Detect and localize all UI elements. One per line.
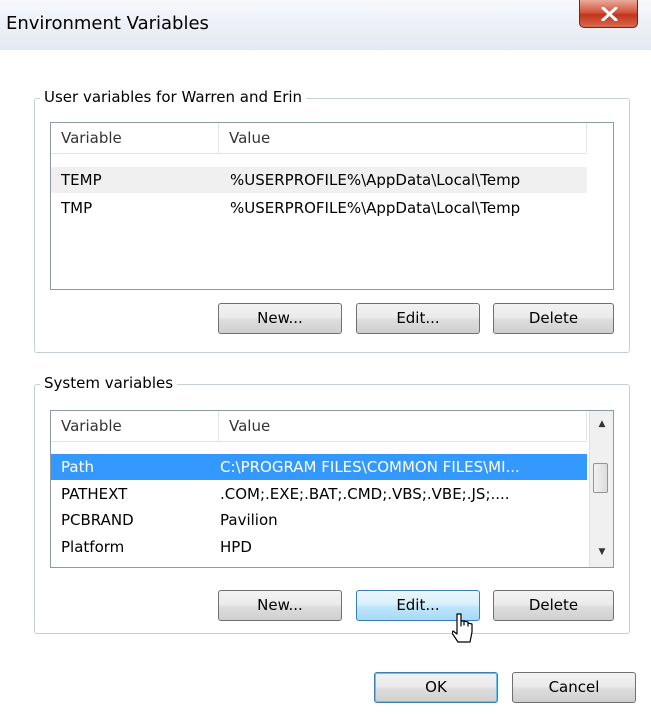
environment-variables-dialog: Environment Variables User variables for…: [0, 0, 651, 725]
system-new-button[interactable]: New...: [218, 590, 342, 621]
list-row-path[interactable]: Path C:\PROGRAM FILES\COMMON FILES\MI...: [51, 454, 587, 480]
scroll-down-icon[interactable]: ▼: [590, 543, 613, 561]
variable-name: Path: [61, 458, 94, 476]
column-header-value[interactable]: Value: [219, 123, 587, 153]
list-row-temp[interactable]: TEMP %USERPROFILE%\AppData\Local\Temp: [51, 167, 587, 193]
list-row-pathext[interactable]: PATHEXT .COM;.EXE;.BAT;.CMD;.VBS;.VBE;.J…: [51, 481, 587, 507]
system-variables-list[interactable]: Variable Value Path C:\PROGRAM FILES\COM…: [50, 410, 614, 568]
list-header: Variable Value: [51, 411, 587, 442]
list-row-tmp[interactable]: TMP %USERPROFILE%\AppData\Local\Temp: [51, 195, 587, 221]
cancel-button[interactable]: Cancel: [512, 672, 636, 703]
variable-name: TEMP: [61, 171, 102, 189]
variable-value: .COM;.EXE;.BAT;.CMD;.VBS;.VBE;.JS;....: [220, 485, 510, 503]
system-delete-button[interactable]: Delete: [493, 590, 614, 621]
close-button[interactable]: [579, 0, 638, 28]
system-variables-legend: System variables: [40, 374, 178, 392]
user-variables-legend: User variables for Warren and Erin: [40, 88, 307, 106]
list-row-platform[interactable]: Platform HPD: [51, 534, 587, 560]
user-new-button[interactable]: New...: [218, 303, 342, 334]
variable-value: Pavilion: [220, 511, 278, 529]
window-title: Environment Variables: [6, 13, 209, 34]
close-icon: [601, 7, 618, 21]
column-header-variable[interactable]: Variable: [51, 411, 219, 441]
hand-cursor-icon: [452, 613, 473, 643]
vertical-scrollbar[interactable]: ▲ ▼: [589, 411, 613, 567]
variable-name: PCBRAND: [61, 511, 134, 529]
scroll-up-icon[interactable]: ▲: [590, 415, 613, 433]
column-header-value[interactable]: Value: [219, 411, 587, 441]
scroll-thumb[interactable]: [593, 463, 608, 493]
title-bar: Environment Variables: [0, 0, 651, 50]
variable-name: PATHEXT: [61, 485, 128, 503]
variable-value: C:\PROGRAM FILES\COMMON FILES\MI...: [220, 458, 520, 476]
variable-name: TMP: [61, 199, 93, 217]
variable-value: HPD: [220, 538, 252, 556]
variable-value: %USERPROFILE%\AppData\Local\Temp: [230, 199, 521, 217]
list-header: Variable Value: [51, 123, 587, 154]
user-variables-list[interactable]: Variable Value TEMP %USERPROFILE%\AppDat…: [50, 122, 614, 290]
ok-button[interactable]: OK: [374, 672, 498, 703]
list-row-pcbrand[interactable]: PCBRAND Pavilion: [51, 507, 587, 533]
variable-name: Platform: [61, 538, 125, 556]
column-header-variable[interactable]: Variable: [51, 123, 219, 153]
variable-value: %USERPROFILE%\AppData\Local\Temp: [230, 171, 521, 189]
user-delete-button[interactable]: Delete: [493, 303, 614, 334]
user-edit-button[interactable]: Edit...: [356, 303, 480, 334]
